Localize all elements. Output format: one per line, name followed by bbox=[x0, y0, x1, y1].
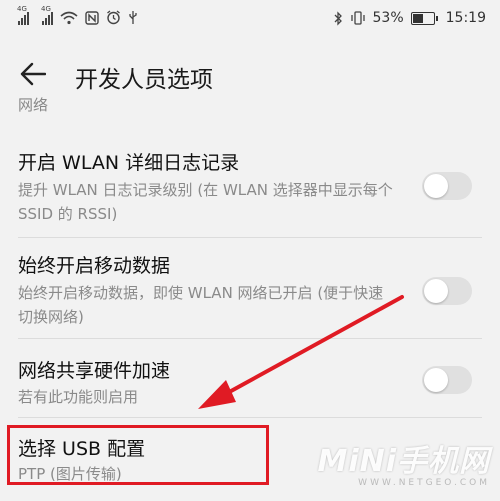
setting-description: 若有此功能则启用 bbox=[18, 388, 139, 406]
bluetooth-icon bbox=[334, 10, 342, 26]
tethering-hw-acceleration-toggle[interactable] bbox=[422, 366, 472, 394]
section-label: 网络 bbox=[18, 96, 49, 114]
battery-icon bbox=[410, 11, 438, 25]
status-bar: 4G 4G 53% 15:19 bbox=[0, 0, 500, 42]
wlan-verbose-logging-toggle[interactable] bbox=[422, 172, 472, 200]
divider bbox=[18, 124, 482, 125]
divider bbox=[18, 338, 482, 339]
setting-tethering-hw-acceleration[interactable]: 网络共享硬件加速 若有此功能则启用 bbox=[0, 348, 500, 412]
status-bar-left: 4G 4G bbox=[17, 5, 138, 25]
setting-title: 网络共享硬件加速 bbox=[18, 360, 171, 382]
divider bbox=[18, 237, 482, 238]
setting-description: 提升 WLAN 日志记录级别 (在 WLAN 选择器中显示每个 SSID 的 R… bbox=[18, 181, 393, 223]
app-header: 开发人员选项 bbox=[0, 42, 500, 106]
divider bbox=[18, 417, 482, 418]
page-title: 开发人员选项 bbox=[75, 67, 213, 93]
status-bar-right: 53% 15:19 bbox=[333, 10, 486, 26]
setting-title: 开启 WLAN 详细日志记录 bbox=[18, 152, 240, 174]
vibrate-icon bbox=[350, 11, 365, 25]
clock: 15:19 bbox=[445, 10, 486, 26]
usb-icon bbox=[129, 11, 137, 24]
setting-title: 始终开启移动数据 bbox=[18, 255, 171, 277]
mobile-data-always-on-toggle[interactable] bbox=[422, 277, 472, 305]
setting-description: 始终开启移动数据，即使 WLAN 网络已开启 (便于快速切换网络) bbox=[18, 284, 384, 326]
back-arrow-icon[interactable] bbox=[20, 62, 46, 86]
alarm-icon bbox=[107, 10, 120, 25]
watermark-logo: MiNi手机网 bbox=[317, 444, 490, 479]
setting-wlan-verbose-logging[interactable]: 开启 WLAN 详细日志记录 提升 WLAN 日志记录级别 (在 WLAN 选择… bbox=[0, 144, 500, 234]
nfc-icon bbox=[85, 10, 99, 25]
setting-mobile-data-always-on[interactable]: 始终开启移动数据 始终开启移动数据，即使 WLAN 网络已开启 (便于快速切换网… bbox=[0, 247, 500, 337]
watermark: MiNi手机网 WWW.NETGEO.COM bbox=[317, 436, 490, 488]
wifi-icon bbox=[60, 11, 78, 24]
signal-icon: 4G bbox=[41, 5, 53, 25]
signal-icon: 4G bbox=[17, 5, 29, 25]
highlight-box bbox=[7, 425, 269, 485]
battery-percent: 53% bbox=[372, 10, 404, 26]
